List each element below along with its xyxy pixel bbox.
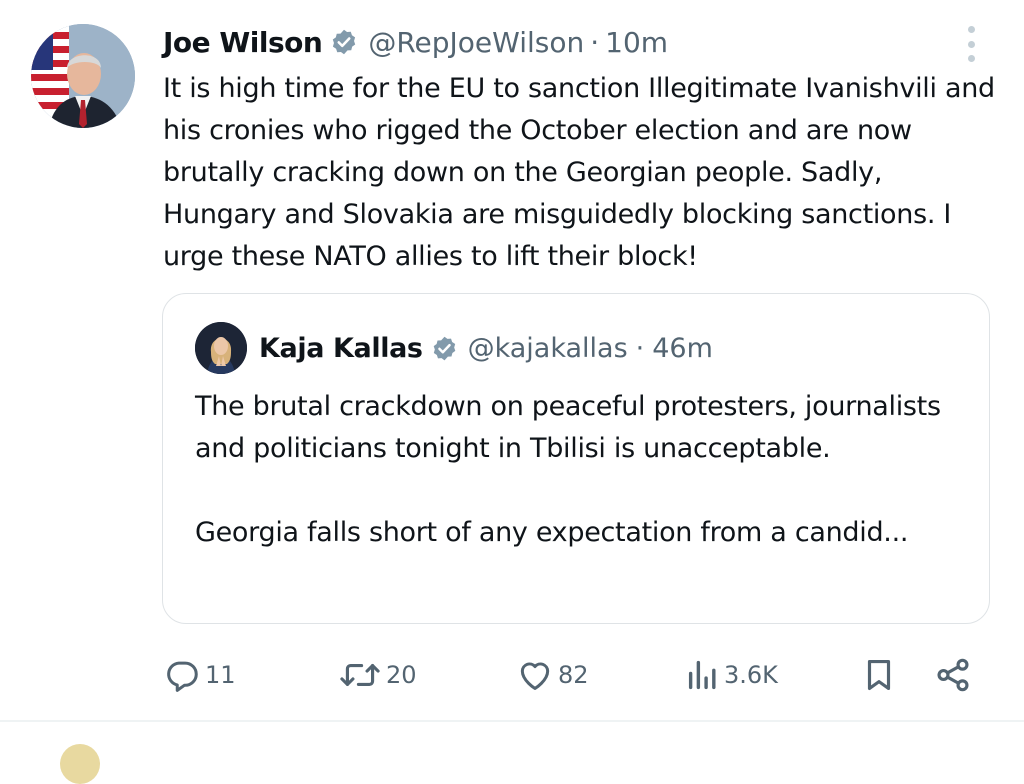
quoted-tweet[interactable]: Kaja Kallas @kajakallas · 46m The brutal…: [162, 293, 990, 624]
quoted-tweet-text: The brutal crackdown on peaceful protest…: [195, 386, 955, 554]
views-icon: [686, 656, 720, 694]
quoted-tweet-header: Kaja Kallas @kajakallas · 46m: [195, 322, 713, 374]
views-button[interactable]: 3.6K: [686, 650, 778, 700]
separator-dot: ·: [590, 25, 600, 59]
author-handle[interactable]: @RepJoeWilson: [368, 26, 584, 59]
action-bar: 11 20 82 3.6K: [0, 650, 1024, 700]
repost-icon: [338, 656, 382, 694]
quoted-timestamp: 46m: [652, 332, 713, 364]
quoted-author-name: Kaja Kallas: [259, 332, 423, 364]
quoted-author-handle: @kajakallas: [467, 332, 628, 364]
tweet-header: Joe Wilson @RepJoeWilson · 10m: [163, 22, 668, 62]
next-tweet-avatar[interactable]: [60, 744, 100, 784]
reply-count: 11: [205, 661, 236, 689]
reply-button[interactable]: 11: [163, 650, 236, 700]
bookmark-icon: [860, 656, 898, 694]
author-avatar[interactable]: [31, 24, 135, 128]
quoted-paragraph: Georgia falls short of any expectation f…: [195, 517, 909, 548]
like-button[interactable]: 82: [516, 650, 589, 700]
quoted-paragraph: The brutal crackdown on peaceful protest…: [195, 391, 941, 464]
reply-icon: [163, 656, 201, 694]
tweet-timestamp[interactable]: 10m: [605, 26, 668, 59]
like-count: 82: [558, 661, 589, 689]
verified-badge-icon: [330, 28, 358, 56]
repost-button[interactable]: 20: [338, 650, 417, 700]
share-button[interactable]: [934, 650, 972, 700]
tweet-divider: [0, 720, 1024, 722]
separator-dot: ·: [635, 332, 645, 364]
author-name[interactable]: Joe Wilson: [163, 26, 323, 59]
views-count: 3.6K: [724, 661, 778, 689]
more-vertical-icon[interactable]: [960, 26, 982, 62]
bookmark-button[interactable]: [860, 650, 898, 700]
verified-badge-icon: [431, 335, 458, 362]
tweet-text: It is high time for the EU to sanction I…: [163, 73, 995, 272]
tweet[interactable]: Joe Wilson @RepJoeWilson · 10m It is hig…: [0, 0, 1024, 722]
like-icon: [516, 656, 554, 694]
repost-count: 20: [386, 661, 417, 689]
quoted-author-avatar: [195, 322, 247, 374]
share-icon: [934, 656, 972, 694]
